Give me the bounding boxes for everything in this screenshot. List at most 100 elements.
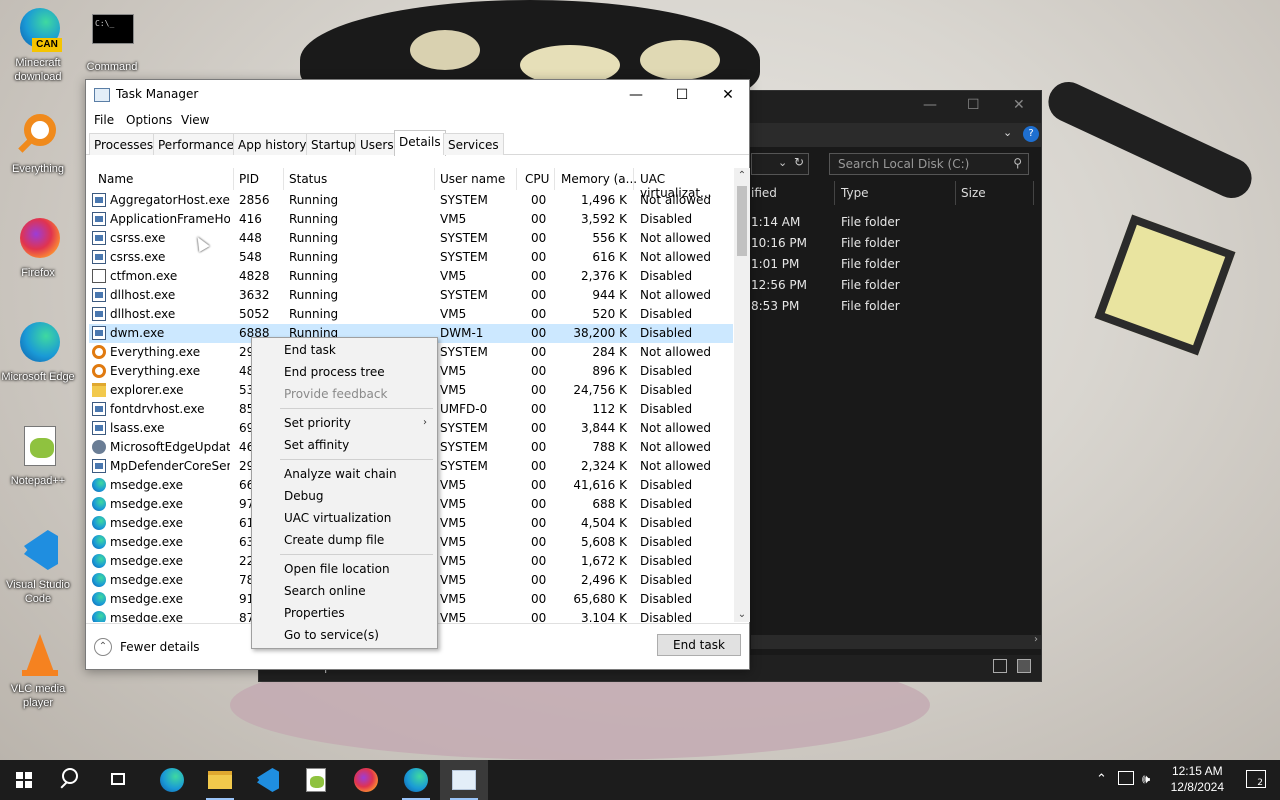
explorer-search-input[interactable]: Search Local Disk (C:) ⚲ (829, 153, 1029, 175)
menu-item-debug[interactable]: Debug (284, 489, 323, 503)
start-button[interactable] (0, 760, 48, 800)
cell-user: VM5 (440, 307, 467, 321)
menu-item-search-online[interactable]: Search online (284, 584, 366, 598)
notification-center-icon[interactable]: 2 (1246, 770, 1266, 788)
tab-details[interactable]: Details (394, 130, 446, 156)
large-icons-view-icon[interactable] (1017, 659, 1031, 673)
cell-mem: 41,616 K (573, 478, 627, 492)
close-icon[interactable]: ✕ (1013, 97, 1025, 113)
firefox-icon (14, 216, 62, 264)
notepad-plus-plus-icon (14, 424, 62, 472)
chevron-down-icon[interactable]: ⌄ (1003, 126, 1012, 139)
column-header-memory[interactable]: Memory (a... (561, 168, 637, 190)
menu-view[interactable]: View (181, 113, 209, 127)
taskbar-file-explorer[interactable] (196, 760, 244, 800)
column-header-cpu[interactable]: CPU (525, 168, 549, 190)
task-manager-titlebar[interactable]: Task Manager — ☐ ✕ (86, 80, 749, 110)
chevron-down-icon[interactable]: ⌄ (734, 609, 750, 620)
taskbar-notepadpp[interactable] (292, 760, 340, 800)
menu-item-go-to-services[interactable]: Go to service(s) (284, 628, 379, 642)
table-row[interactable]: csrss.exe 548 Running SYSTEM 00 616 K Not allo… (89, 248, 733, 267)
table-row[interactable]: csrss.exe 448 Running SYSTEM 00 556 K Not allo… (89, 229, 733, 248)
chevron-right-icon[interactable]: › (1034, 634, 1038, 645)
details-view-icon[interactable] (993, 659, 1007, 673)
scrollbar-thumb[interactable] (737, 186, 747, 256)
menu-item-uac-virtualization[interactable]: UAC virtualization (284, 511, 391, 525)
column-divider[interactable] (633, 168, 634, 190)
table-row[interactable]: ApplicationFrameHo... 416 Running VM5 00 3,59… (89, 210, 733, 229)
help-icon[interactable]: ? (1023, 126, 1039, 142)
column-divider[interactable] (516, 168, 517, 190)
table-row[interactable]: dllhost.exe 5052 Running VM5 00 520 K Disabled (89, 305, 733, 324)
cell-cpu: 00 (531, 459, 547, 473)
clock[interactable]: 12:15 AM 12/8/2024 (1171, 763, 1224, 795)
tab-processes[interactable]: Processes (89, 133, 159, 155)
desktop-icon-command[interactable]: C:\_ Command (74, 10, 150, 74)
cell-uac: Not allowed (640, 440, 712, 454)
taskbar-task-manager[interactable] (440, 760, 488, 800)
column-header-size[interactable]: Size (961, 186, 986, 200)
maximize-button[interactable]: ☐ (659, 80, 705, 110)
column-divider[interactable] (434, 168, 435, 190)
menu-item-set-affinity[interactable]: Set affinity (284, 438, 349, 452)
menu-item-end-process-tree[interactable]: End process tree (284, 365, 385, 379)
column-header-status[interactable]: Status (289, 168, 327, 190)
menu-item-end-task[interactable]: End task (284, 343, 336, 357)
vertical-scrollbar[interactable]: ⌃ ⌄ (734, 168, 750, 622)
tab-startup[interactable]: Startup (306, 133, 361, 155)
tab-performance[interactable]: Performance (153, 133, 240, 155)
speaker-icon[interactable]: 🕪 (1142, 772, 1150, 787)
desktop-icon-vscode[interactable]: Visual Studio Code (0, 528, 76, 606)
table-row[interactable]: dllhost.exe 3632 Running SYSTEM 00 944 K Not a… (89, 286, 733, 305)
column-divider[interactable] (554, 168, 555, 190)
column-header-user-name[interactable]: User name (440, 168, 505, 190)
desktop-icon-minecraft[interactable]: CAN Minecraft download (0, 6, 76, 84)
maximize-icon[interactable]: ☐ (967, 97, 980, 113)
edge-icon (160, 768, 184, 792)
address-dropdown[interactable]: ⌄ ↻ (751, 153, 809, 175)
tab-services[interactable]: Services (443, 133, 504, 155)
table-row[interactable]: AggregatorHost.exe 2856 Running SYSTEM 00 1,4… (89, 191, 733, 210)
fewer-details-link[interactable]: Fewer details (120, 640, 200, 654)
horizontal-scrollbar[interactable]: › (751, 634, 1041, 649)
taskbar-edge[interactable] (392, 760, 440, 800)
task-view-button[interactable] (96, 760, 144, 800)
taskbar-vscode[interactable] (244, 760, 292, 800)
chevron-up-circle-icon[interactable]: ⌃ (94, 638, 112, 656)
close-button[interactable]: ✕ (705, 80, 751, 110)
chevron-up-icon[interactable]: ⌃ (734, 170, 750, 181)
menu-item-set-priority[interactable]: Set priority (284, 416, 351, 430)
menu-file[interactable]: File (94, 113, 114, 127)
end-task-button[interactable]: End task (657, 634, 741, 656)
column-header-type[interactable]: Type (841, 186, 869, 200)
menu-options[interactable]: Options (126, 113, 172, 127)
desktop-icon-everything[interactable]: Everything (0, 112, 76, 176)
desktop-icon-notepadpp[interactable]: Notepad++ (0, 424, 76, 488)
column-header-uac[interactable]: UAC virtualizat... (640, 168, 733, 200)
column-header-pid[interactable]: PID (239, 168, 259, 190)
menu-item-properties[interactable]: Properties (284, 606, 345, 620)
table-row[interactable]: ctfmon.exe 4828 Running VM5 00 2,376 K Disable… (89, 267, 733, 286)
column-header-modified[interactable]: ified (751, 186, 777, 200)
taskbar-edge-can[interactable] (148, 760, 196, 800)
chevron-up-icon[interactable]: ⌃ (1096, 772, 1107, 787)
desktop-icon-vlc[interactable]: VLC media player (0, 632, 76, 710)
refresh-icon[interactable]: ↻ (794, 155, 804, 169)
column-divider[interactable] (283, 168, 284, 190)
minimize-icon[interactable]: — (923, 97, 937, 113)
desktop-icon-firefox[interactable]: Firefox (0, 216, 76, 280)
tab-users[interactable]: Users (355, 133, 399, 155)
minimize-button[interactable]: — (613, 80, 659, 110)
desktop-icon-edge[interactable]: Microsoft Edge (0, 320, 76, 384)
taskbar-firefox[interactable] (342, 760, 390, 800)
network-icon[interactable] (1118, 771, 1134, 785)
column-header-name[interactable]: Name (98, 168, 133, 190)
taskbar-search-button[interactable] (48, 760, 96, 800)
menu-item-analyze-wait-chain[interactable]: Analyze wait chain (284, 467, 397, 481)
menu-item-open-file-location[interactable]: Open file location (284, 562, 390, 576)
column-divider[interactable] (233, 168, 234, 190)
column-divider (834, 181, 835, 205)
menu-item-provide-feedback: Provide feedback (284, 387, 388, 401)
menu-item-create-dump-file[interactable]: Create dump file (284, 533, 384, 547)
tab-app-history[interactable]: App history (233, 133, 312, 155)
